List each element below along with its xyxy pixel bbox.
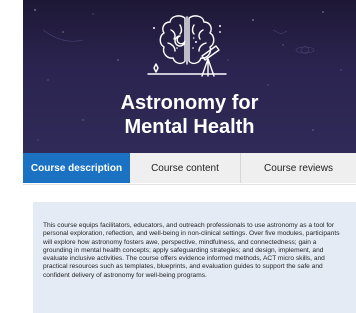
brain-telescope-icon	[147, 15, 227, 77]
course-hero-banner: Astronomy for Mental Health	[23, 0, 356, 153]
course-title-line-1: Astronomy for	[120, 92, 259, 114]
tab-course-reviews[interactable]: Course reviews	[241, 153, 356, 183]
course-tabs: Course description Course content Course…	[23, 153, 356, 183]
tabs-divider	[23, 184, 356, 185]
tab-course-description[interactable]: Course description	[23, 153, 130, 183]
course-description-panel: This course equips facilitators, educato…	[33, 202, 356, 313]
course-title: Astronomy for Mental Health	[23, 91, 356, 139]
course-title-line-2: Mental Health	[124, 116, 255, 138]
tab-course-content[interactable]: Course content	[130, 153, 241, 183]
course-description-text: This course equips facilitators, educato…	[43, 222, 340, 279]
